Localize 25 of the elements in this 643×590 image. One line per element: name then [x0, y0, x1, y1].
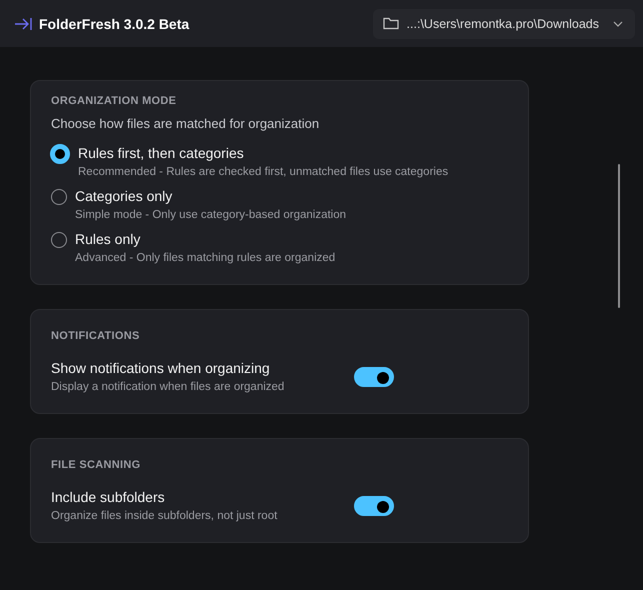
option-description: Advanced - Only files matching rules are organized — [75, 252, 336, 264]
section-heading: NOTIFICATIONS — [51, 330, 141, 342]
section-description: Choose how files are matched for organization — [51, 116, 320, 131]
radio-button[interactable] — [50, 144, 70, 164]
section-heading: ORGANIZATION MODE — [51, 95, 178, 107]
setting-description: Display a notification when files are organized — [51, 381, 286, 393]
toggle-switch[interactable] — [354, 366, 394, 386]
toggle-switch[interactable] — [354, 496, 394, 516]
setting-label: Include subfolders — [51, 489, 166, 505]
option-description: Simple mode - Only use category-based organization — [75, 209, 346, 221]
scrollbar[interactable] — [618, 164, 620, 308]
option-label: Rules first, then categories — [78, 145, 245, 161]
option-label: Categories only — [75, 188, 174, 204]
setting-label: Show notifications when organizing — [51, 360, 271, 376]
collapse-arrow-icon[interactable] — [14, 18, 32, 30]
option-description: Recommended - Rules are checked first, unmatched files use categories — [78, 166, 448, 178]
folder-icon — [382, 17, 399, 30]
app-title: FolderFresh 3.0.2 Beta — [39, 16, 190, 32]
radio-button[interactable] — [51, 189, 67, 205]
radio-button[interactable] — [51, 232, 67, 248]
folder-picker[interactable]: ...:\Users\remontka.pro\Downloads — [372, 8, 635, 38]
setting-description: Organize files inside subfolders, not just root — [51, 510, 278, 522]
section-heading: FILE SCANNING — [51, 459, 142, 471]
chevron-down-icon — [613, 20, 623, 26]
option-label: Rules only — [75, 231, 142, 247]
